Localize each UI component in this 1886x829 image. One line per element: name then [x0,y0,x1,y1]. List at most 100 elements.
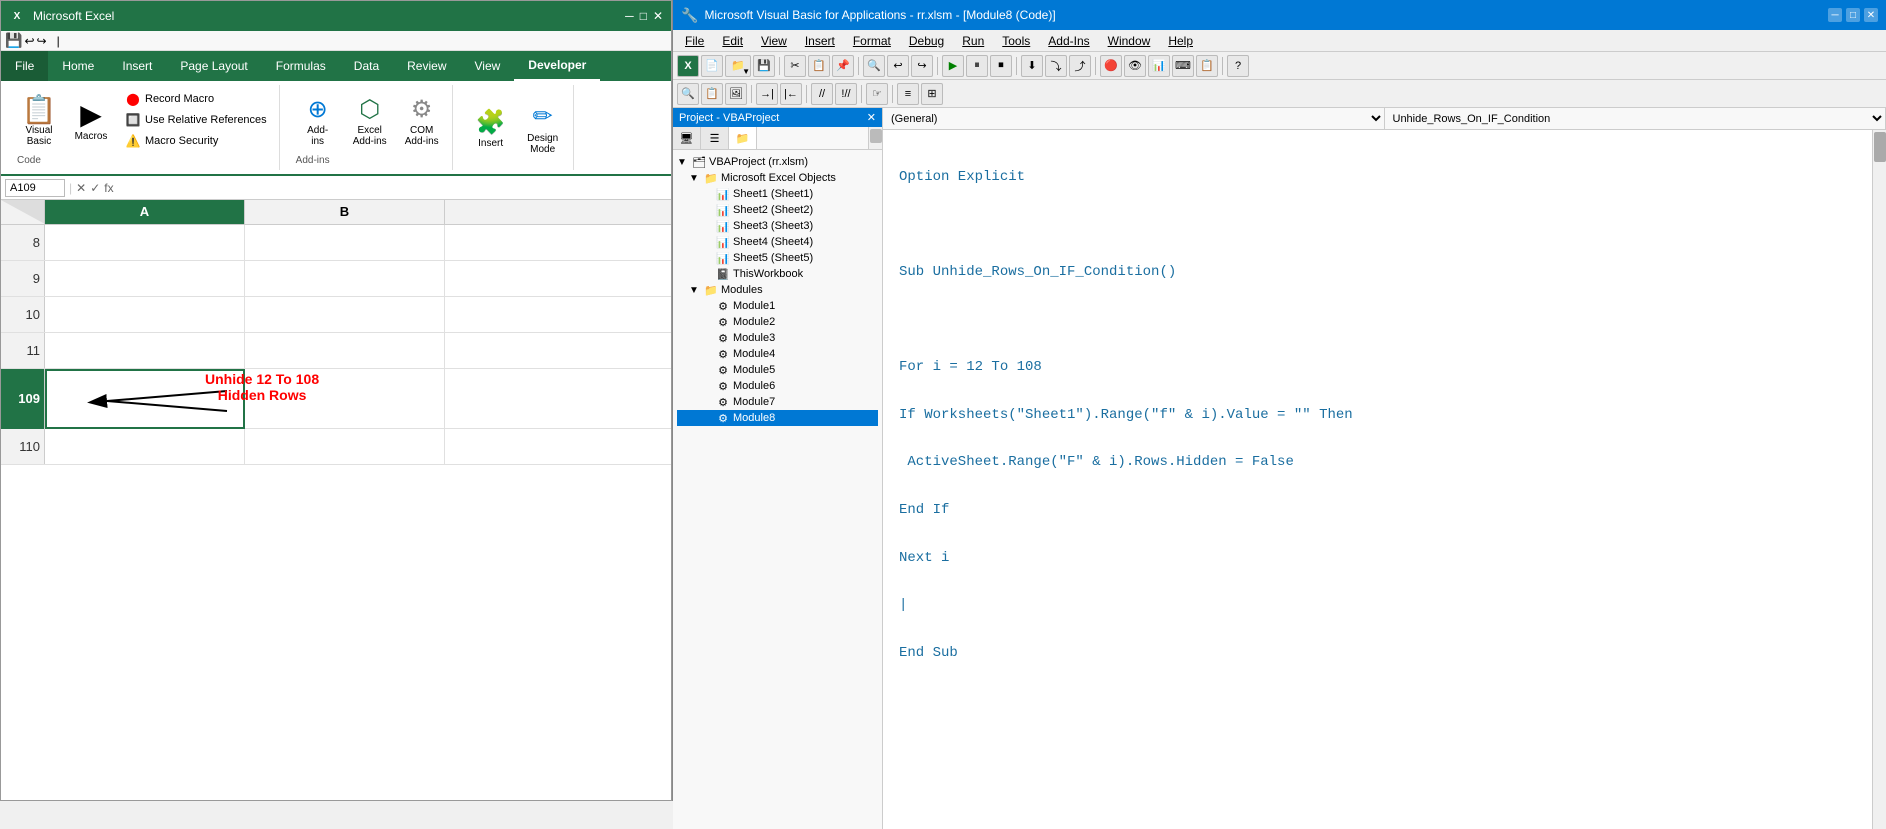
tree-item-module1[interactable]: ⚙ Module1 [677,298,878,314]
vba-immediate-icon[interactable]: ⌨ [1172,55,1194,77]
vba-minimize-btn[interactable]: ─ [1828,8,1842,22]
col-header-a[interactable]: A [45,200,245,224]
confirm-formula-icon[interactable]: ✓ [90,181,100,195]
vba-save-icon[interactable]: 💾 [753,55,775,77]
tree-item-sheet2[interactable]: 📊 Sheet2 (Sheet2) [677,202,878,218]
formula-input[interactable] [122,179,667,197]
cell-a110[interactable] [45,429,245,464]
tab-developer[interactable]: Developer [514,51,600,81]
vba-pause-icon[interactable]: ⏸ [966,55,988,77]
tab-pagelayout[interactable]: Page Layout [166,51,261,81]
vba-outdent-icon[interactable]: |← [780,83,802,105]
tree-item-sheet1[interactable]: 📊 Sheet1 (Sheet1) [677,186,878,202]
project-tab-view2[interactable]: ☰ [701,127,729,149]
project-tab-view1[interactable]: 🖥 [673,127,701,149]
vba-userform-icon[interactable]: 🖼 [725,83,747,105]
menu-debug[interactable]: Debug [901,32,952,50]
vba-stepover-icon[interactable]: ⤵ [1045,55,1067,77]
com-addins-button[interactable]: ⚙ COMAdd-ins [400,89,444,151]
cell-a9[interactable] [45,261,245,296]
tree-item-sheet4[interactable]: 📊 Sheet4 (Sheet4) [677,234,878,250]
tree-item-module8[interactable]: ⚙ Module8 [677,410,878,426]
menu-edit[interactable]: Edit [714,32,751,50]
vba-copy-icon[interactable]: 📋 [808,55,830,77]
tree-item-module6[interactable]: ⚙ Module6 [677,378,878,394]
record-macro-button[interactable]: ⬤ Record Macro [121,89,271,109]
vba-call-stack-icon[interactable]: 📋 [1196,55,1218,77]
tree-item-module4[interactable]: ⚙ Module4 [677,346,878,362]
vba-format-icon[interactable]: ⊞ [921,83,943,105]
relative-refs-button[interactable]: 🔲 Use Relative References [121,110,271,130]
menu-file[interactable]: File [677,32,712,50]
menu-addins[interactable]: Add-Ins [1040,32,1097,50]
menu-tools[interactable]: Tools [994,32,1038,50]
cell-b110[interactable] [245,429,445,464]
redo-icon[interactable]: ↪ [37,34,47,48]
project-panel-close-btn[interactable]: ✕ [867,111,876,124]
tree-item-module2[interactable]: ⚙ Module2 [677,314,878,330]
macros-button[interactable]: ▶ Macros [69,89,113,151]
tree-item-module7[interactable]: ⚙ Module7 [677,394,878,410]
menu-run[interactable]: Run [954,32,992,50]
tab-file[interactable]: File [1,51,48,81]
project-tab-view3[interactable]: 📁 [729,127,757,149]
tab-review[interactable]: Review [393,51,460,81]
tree-item-sheet5[interactable]: 📊 Sheet5 (Sheet5) [677,250,878,266]
cell-a11[interactable] [45,333,245,368]
tree-item-module5[interactable]: ⚙ Module5 [677,362,878,378]
vba-folder-icon[interactable]: 📁▼ [725,55,751,77]
vba-excel-icon[interactable]: X [677,55,699,77]
tree-item-vbaproject[interactable]: ▼ 🗂 VBAProject (rr.xlsm) [677,154,878,170]
tree-item-module3[interactable]: ⚙ Module3 [677,330,878,346]
cancel-formula-icon[interactable]: ✕ [76,181,86,195]
vba-uncomment-icon[interactable]: !// [835,83,857,105]
general-dropdown[interactable]: (General) [883,108,1385,129]
code-scrollbar[interactable] [1872,130,1886,829]
menu-insert[interactable]: Insert [797,32,843,50]
vba-breakpoint-icon[interactable]: 🔴 [1100,55,1122,77]
tab-insert[interactable]: Insert [108,51,166,81]
menu-format[interactable]: Format [845,32,899,50]
vba-obj-browser-icon[interactable]: 🔍 [677,83,699,105]
procedure-dropdown[interactable]: Unhide_Rows_On_IF_Condition [1385,108,1886,129]
tab-home[interactable]: Home [48,51,108,81]
vba-watch-icon[interactable]: 👁 [1124,55,1146,77]
visual-basic-button[interactable]: 📋 VisualBasic [17,89,61,151]
undo-icon[interactable]: ↩ [24,34,34,48]
save-icon[interactable]: 💾 [5,32,22,49]
vba-cut-icon[interactable]: ✂ [784,55,806,77]
excel-minimize-btn[interactable]: ─ [625,9,634,23]
design-mode-button[interactable]: ✏ DesignMode [521,89,565,166]
cell-a8[interactable] [45,225,245,260]
vba-find-icon[interactable]: 🔍 [863,55,885,77]
vba-stepinto-icon[interactable]: ⬇ [1021,55,1043,77]
insert-control-button[interactable]: 🧩 Insert [469,89,513,166]
cell-a10[interactable] [45,297,245,332]
vba-help-icon[interactable]: ? [1227,55,1249,77]
vba-comment-icon[interactable]: // [811,83,833,105]
excel-maximize-btn[interactable]: □ [640,9,647,23]
vba-props-icon[interactable]: 📋 [701,83,723,105]
menu-view[interactable]: View [753,32,795,50]
vba-stepout-icon[interactable]: ⤴ [1069,55,1091,77]
vba-maximize-btn[interactable]: □ [1846,8,1860,22]
tree-item-excel-objects[interactable]: ▼ 📁 Microsoft Excel Objects [677,170,878,186]
menu-help[interactable]: Help [1160,32,1201,50]
vba-redo-icon[interactable]: ↪ [911,55,933,77]
col-header-b[interactable]: B [245,200,445,224]
tree-item-modules-folder[interactable]: ▼ 📁 Modules [677,282,878,298]
vba-paste-icon[interactable]: 📌 [832,55,854,77]
cell-b109[interactable]: Unhide 12 To 108 Hidden Rows [245,369,445,429]
tab-view[interactable]: View [461,51,515,81]
vba-undo-icon[interactable]: ↩ [887,55,909,77]
cell-b10[interactable] [245,297,445,332]
cell-b8[interactable] [245,225,445,260]
tab-data[interactable]: Data [340,51,393,81]
excel-addins-button[interactable]: ⬡ ExcelAdd-ins [348,89,392,151]
tab-formulas[interactable]: Formulas [262,51,340,81]
vba-stop-icon[interactable]: ⏹ [990,55,1012,77]
tree-item-sheet3[interactable]: 📊 Sheet3 (Sheet3) [677,218,878,234]
project-scrollbar[interactable] [868,127,882,149]
macro-security-button[interactable]: ⚠️ Macro Security [121,131,271,151]
addins-button[interactable]: ⊕ Add-ins [296,89,340,151]
